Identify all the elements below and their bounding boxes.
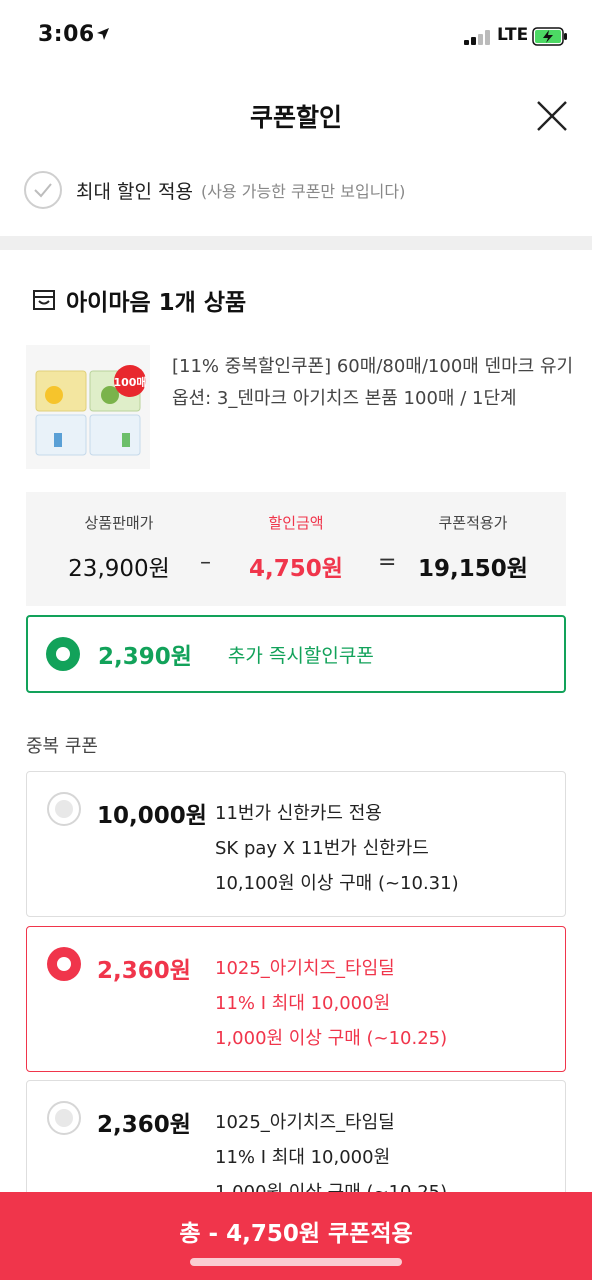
max-discount-hint: (사용 가능한 쿠폰만 보입니다) <box>200 182 406 201</box>
product-badge: 100매 <box>113 375 146 389</box>
final-price-value: 19,150원 <box>418 556 528 582</box>
dup-coupon-section-title: 중복 쿠폰 <box>26 736 98 757</box>
radio-selected-icon[interactable] <box>46 637 80 671</box>
coupon-condition: 10,100원 이상 구매 (~10.31) <box>215 873 459 894</box>
coupon-card-selected[interactable]: 2,360원 1025_아기치즈_타임딜 11% I 최대 10,000원 1,… <box>26 926 566 1072</box>
coupon-title: 11번가 신한카드 전용 <box>215 803 382 824</box>
coupon-card[interactable]: 10,000원 11번가 신한카드 전용 SK pay X 11번가 신한카드 … <box>26 771 566 917</box>
location-arrow-icon <box>97 28 109 40</box>
coupon-condition: 1,000원 이상 구매 (~10.25) <box>215 1028 448 1049</box>
coupon-title: 1025_아기치즈_타임딜 <box>215 1112 395 1133</box>
minus-sign: – <box>200 550 211 575</box>
battery-charging-icon <box>532 27 567 46</box>
max-discount-label: 최대 할인 적용 <box>76 180 193 203</box>
home-indicator <box>190 1258 402 1266</box>
signal-strength-icon <box>464 29 492 45</box>
final-price-label: 쿠폰적용가 <box>438 514 508 532</box>
coupon-amount: 2,360원 <box>97 958 191 984</box>
radio-selected-icon[interactable] <box>47 947 81 981</box>
max-discount-toggle[interactable]: 최대 할인 적용 (사용 가능한 쿠폰만 보입니다) <box>24 168 574 212</box>
extra-instant-coupon[interactable]: 2,390원 추가 즉시할인쿠폰 <box>26 615 566 693</box>
sale-price-col: 상품판매가 23,900원 <box>26 512 212 583</box>
sale-price-label: 상품판매가 <box>84 514 154 532</box>
store-icon <box>33 290 55 310</box>
discount-value: 4,750원 <box>249 556 343 582</box>
network-type: LTE <box>497 25 529 45</box>
extra-coupon-amount: 2,390원 <box>98 644 192 670</box>
coupon-amount: 2,360원 <box>97 1112 191 1138</box>
coupon-subtitle: SK pay X 11번가 신한카드 <box>215 838 429 859</box>
sale-price-value: 23,900원 <box>68 556 170 582</box>
check-circle-icon[interactable] <box>24 171 62 209</box>
extra-coupon-label: 추가 즉시할인쿠폰 <box>227 644 374 667</box>
discount-label: 할인금액 <box>268 514 324 532</box>
page-title: 쿠폰할인 <box>249 103 342 132</box>
coupon-title: 1025_아기치즈_타임딜 <box>215 958 395 979</box>
product-info: [11% 중복할인쿠폰] 60매/80매/100매 덴마크 유기 옵션: 3_덴… <box>172 351 592 415</box>
status-time: 3:06 <box>38 22 95 47</box>
product-option: 옵션: 3_덴마크 아기치즈 본품 100매 / 1단계 <box>172 388 517 409</box>
radio-unselected-icon[interactable] <box>47 1101 81 1135</box>
product-item: 100매 [11% 중복할인쿠폰] 60매/80매/100매 덴마크 유기 옵션… <box>26 345 586 475</box>
apply-coupon-button[interactable]: 총 - 4,750원 쿠폰적용 <box>0 1192 592 1280</box>
coupon-details: 1025_아기치즈_타임딜 11% I 최대 10,000원 1,000원 이상… <box>215 951 447 1056</box>
close-icon[interactable] <box>530 94 574 138</box>
store-name: 아이마음 1개 상품 <box>66 290 247 316</box>
status-bar: 3:06 LTE <box>0 0 592 70</box>
coupon-subtitle: 11% I 최대 10,000원 <box>215 993 391 1014</box>
header: 쿠폰할인 <box>0 70 592 160</box>
coupon-subtitle: 11% I 최대 10,000원 <box>215 1147 391 1168</box>
final-price-col: 쿠폰적용가 19,150원 <box>380 512 566 583</box>
price-summary: 상품판매가 23,900원 – 할인금액 4,750원 = 쿠폰적용가 19,1… <box>26 492 566 606</box>
section-divider <box>0 236 592 250</box>
store-header: 아이마음 1개 상품 <box>32 283 246 317</box>
radio-unselected-icon[interactable] <box>47 792 81 826</box>
coupon-amount: 10,000원 <box>97 803 207 829</box>
product-thumbnail: 100매 <box>26 345 150 469</box>
coupon-details: 11번가 신한카드 전용 SK pay X 11번가 신한카드 10,100원 … <box>215 796 459 901</box>
product-name: [11% 중복할인쿠폰] 60매/80매/100매 덴마크 유기 <box>172 356 574 377</box>
discount-col: 할인금액 4,750원 <box>212 512 380 583</box>
